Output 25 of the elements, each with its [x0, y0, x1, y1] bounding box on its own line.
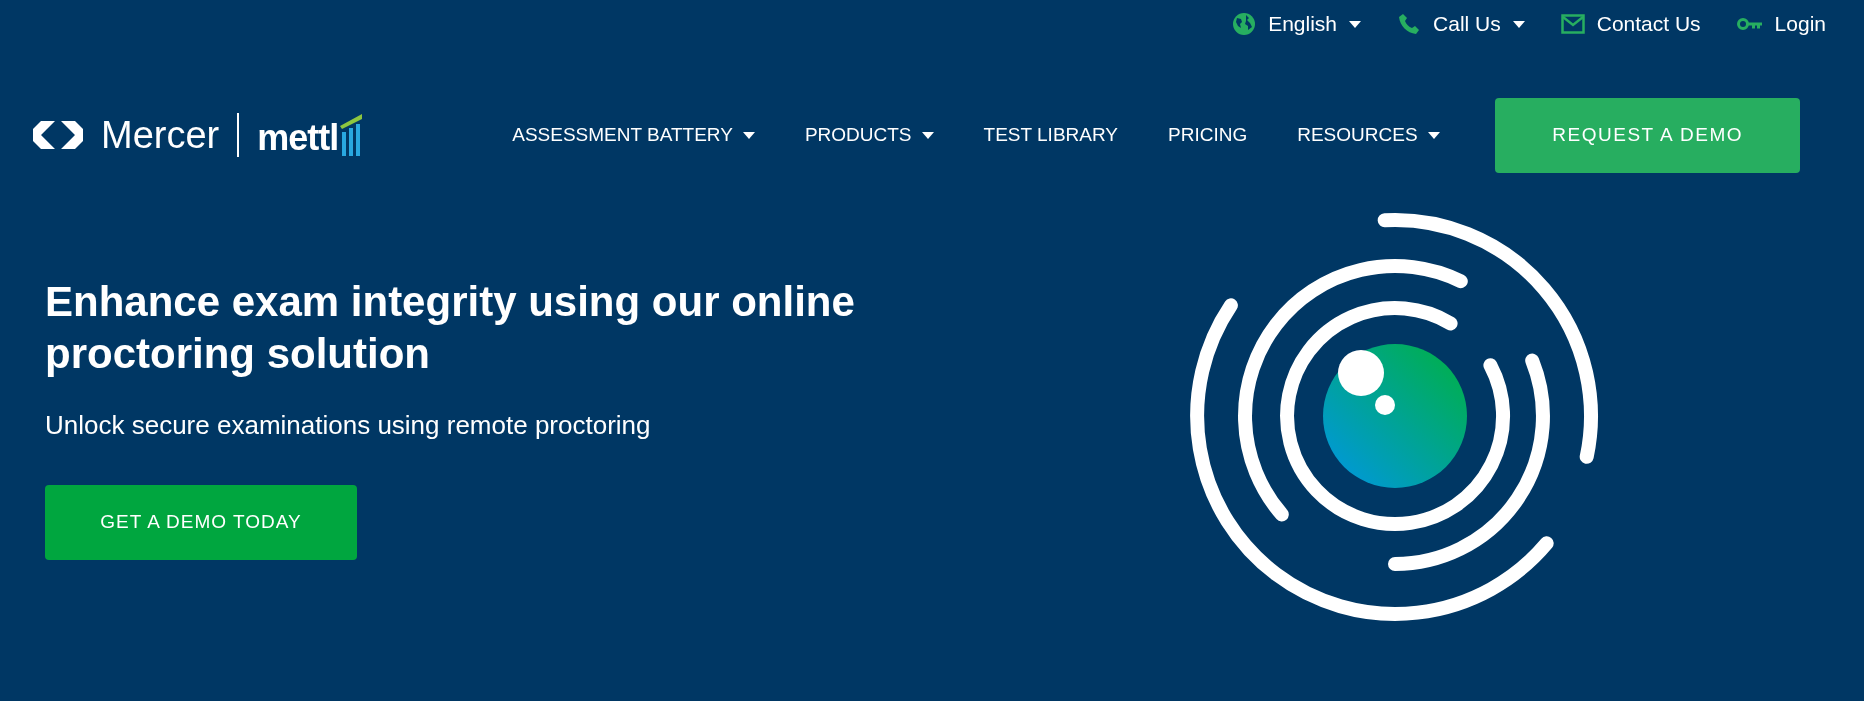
top-link[interactable]: Login: [1736, 8, 1826, 40]
hero-headline: Enhance exam integrity using our online proctoring solution: [45, 277, 856, 380]
nav-link[interactable]: RESOURCES: [1297, 120, 1440, 150]
top-link[interactable]: English: [1232, 8, 1362, 40]
nav-link[interactable]: PRODUCTS: [804, 120, 934, 150]
nav-link[interactable]: PRICING: [1168, 120, 1248, 150]
bar-chart-icon: [340, 114, 363, 156]
mercer-logo-icon: [33, 121, 83, 149]
hero-subtitle: Unlock secure examinations using remote proctoring: [45, 409, 652, 443]
phone-icon: [1397, 12, 1422, 36]
nav-link[interactable]: TEST LIBRARY: [983, 120, 1118, 150]
caret-icon: [742, 131, 755, 139]
logo-divider: [237, 113, 240, 157]
mail-icon: [1560, 14, 1585, 34]
caret-icon: [1349, 20, 1362, 28]
key-icon: [1736, 17, 1763, 31]
top-link[interactable]: Call Us: [1397, 8, 1525, 40]
caret-icon: [921, 131, 934, 139]
logo-product-text: mettl: [257, 120, 339, 156]
nav-link[interactable]: ASSESSMENT BATTERY: [512, 120, 755, 150]
logo-brand-text: Mercer: [101, 116, 220, 154]
globe-icon: [1232, 12, 1257, 36]
top-link[interactable]: Contact Us: [1560, 8, 1701, 40]
caret-icon: [1427, 131, 1440, 139]
caret-icon: [1512, 20, 1525, 28]
